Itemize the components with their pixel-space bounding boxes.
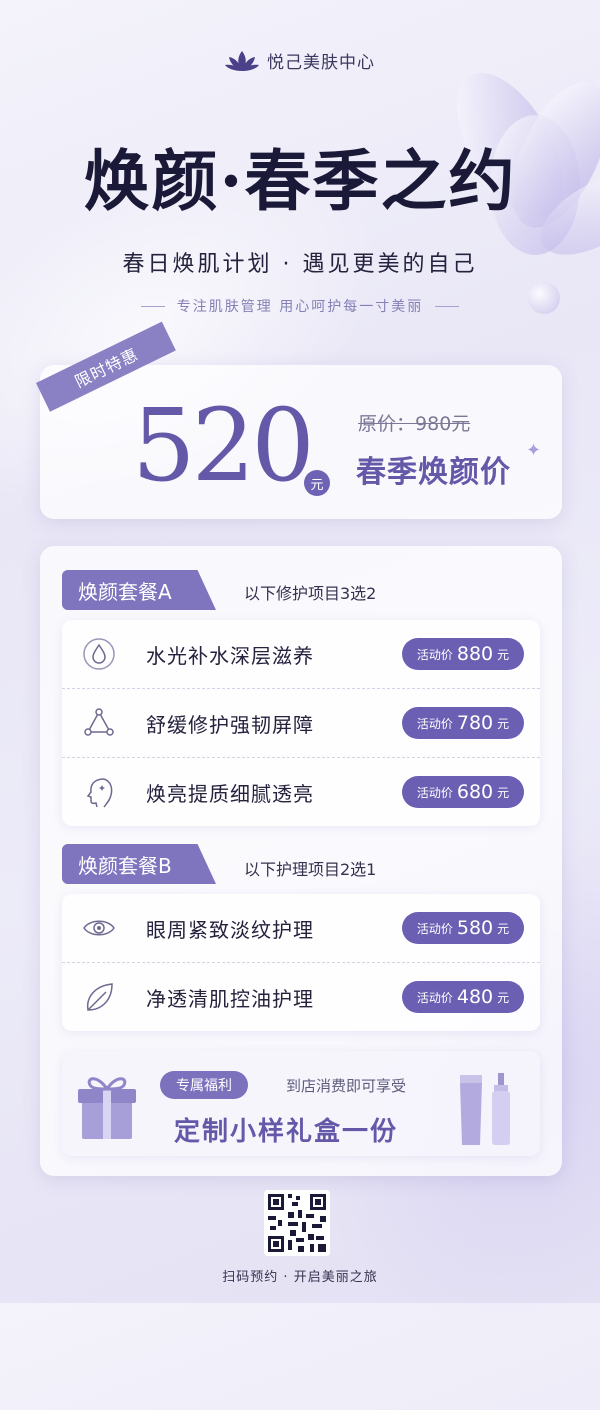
brand-name: 悦己美肤中心 <box>267 53 375 73</box>
gift-box-icon <box>78 1077 136 1139</box>
packages-card: 焕颜套餐A 以下修护项目3选2 水光补水深层滋养 活动价 880 元 舒缓修护强… <box>40 546 562 1176</box>
price-tag: 活动价 <box>416 716 453 731</box>
price-value: 480 <box>456 986 494 1008</box>
package-a-tag: 焕颜套餐A <box>62 570 216 610</box>
price-unit: 元 <box>497 716 510 731</box>
leaf-icon <box>86 983 113 1011</box>
price-card: 限时特惠 520 元 原价：980元 春季焕颜价 ✦ <box>36 321 562 519</box>
package-a-list: 水光补水深层滋养 活动价 880 元 舒缓修护强韧屏障 活动价 780 元 焕亮… <box>62 620 540 826</box>
package-a-note: 以下修护项目3选2 <box>244 584 377 603</box>
face-profile-icon <box>86 778 113 808</box>
item-label: 焕亮提质细腻透亮 <box>146 781 314 806</box>
price-tag: 活动价 <box>416 785 453 800</box>
tagline: 专注肌肤管理 用心呵护每一寸美丽 <box>0 296 600 316</box>
gift-badge: 专属福利 <box>160 1071 248 1099</box>
price-pill: 活动价 480 元 <box>402 981 524 1013</box>
price-pill: 活动价 780 元 <box>402 707 524 739</box>
price-tag: 活动价 <box>416 921 453 936</box>
price-unit: 元 <box>497 647 510 662</box>
offer-price: 520 <box>132 387 315 504</box>
price-value: 680 <box>456 781 494 803</box>
package-a-item[interactable]: 水光补水深层滋养 活动价 880 元 <box>62 620 540 688</box>
gift-note: 到店消费即可享受 <box>286 1077 407 1095</box>
original-price-value: 980元 <box>415 413 471 435</box>
price-tag: 活动价 <box>416 647 453 662</box>
price-unit: 元 <box>497 921 510 936</box>
package-b-item[interactable]: 净透清肌控油护理 活动价 480 元 <box>62 962 540 1031</box>
package-b-tag: 焕颜套餐B <box>62 844 216 884</box>
skincare-bottles-icon <box>460 1073 510 1145</box>
package-b-list: 眼周紧致淡纹护理 活动价 580 元 净透清肌控油护理 活动价 480 元 <box>62 894 540 1031</box>
price-pill: 活动价 580 元 <box>402 912 524 944</box>
package-b-note: 以下护理项目2选1 <box>244 860 377 879</box>
price-value: 580 <box>456 917 494 939</box>
qr-code[interactable] <box>264 1190 330 1256</box>
scan-caption: 扫码预约 · 开启美丽之旅 <box>222 1270 378 1285</box>
price-unit: 元 <box>497 990 510 1005</box>
molecule-icon <box>84 708 114 736</box>
offer-label: 春季焕颜价 <box>356 455 511 490</box>
original-price: 原价：980元 <box>358 409 470 436</box>
item-label: 水光补水深层滋养 <box>146 643 314 668</box>
item-label: 净透清肌控油护理 <box>146 986 314 1011</box>
gift-section: 专属福利 到店消费即可享受 定制小样礼盒一份 <box>62 1051 540 1156</box>
price-value: 880 <box>456 643 494 665</box>
lotus-icon <box>225 50 259 71</box>
page-title: 焕颜·春季之约 <box>83 142 517 220</box>
price-unit: 元 <box>497 785 510 800</box>
page-subtitle: 春日焕肌计划 · 遇见更美的自己 <box>122 252 478 277</box>
price-tag: 活动价 <box>416 990 453 1005</box>
price-value: 780 <box>456 712 494 734</box>
package-a-item[interactable]: 焕亮提质细腻透亮 活动价 680 元 <box>62 757 540 826</box>
price-unit-badge: 元 <box>304 470 330 496</box>
gift-title: 定制小样礼盒一份 <box>174 1117 399 1147</box>
item-label: 眼周紧致淡纹护理 <box>146 917 314 942</box>
package-b-item[interactable]: 眼周紧致淡纹护理 活动价 580 元 <box>62 894 540 962</box>
item-label: 舒缓修护强韧屏障 <box>146 712 314 737</box>
sparkle-icon: ✦ <box>526 440 542 461</box>
divider <box>435 305 460 307</box>
tagline-text: 专注肌肤管理 用心呵护每一寸美丽 <box>176 299 424 315</box>
water-drop-icon <box>83 638 115 670</box>
original-price-label: 原价： <box>358 413 416 435</box>
price-pill: 活动价 680 元 <box>402 776 524 808</box>
brand-header: 悦己美肤中心 <box>0 48 600 73</box>
divider <box>140 305 165 307</box>
eye-icon <box>83 920 115 936</box>
package-a-item[interactable]: 舒缓修护强韧屏障 活动价 780 元 <box>62 688 540 757</box>
price-pill: 活动价 880 元 <box>402 638 524 670</box>
